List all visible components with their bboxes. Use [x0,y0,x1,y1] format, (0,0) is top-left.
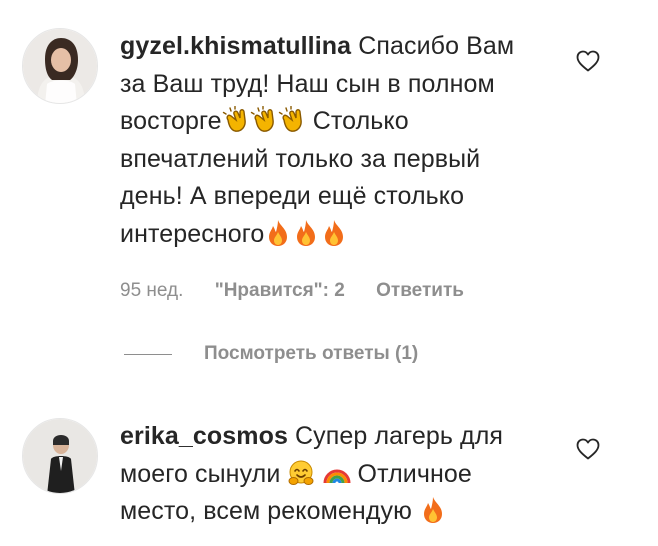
fire-icon [292,219,320,247]
comment-body: gyzel.khismatullina Спасибо Вам за Ваш т… [120,28,540,253]
clapping-hands-icon [222,106,250,134]
divider-line [124,353,172,355]
rainbow-icon [323,459,351,487]
like-heart-icon[interactable] [576,50,600,72]
username[interactable]: gyzel.khismatullina [120,32,351,60]
fire-icon [264,219,292,247]
comment-meta: 95 нед. "Нравится": 2 Ответить [120,280,490,302]
view-replies[interactable]: Посмотреть ответы (1) [124,343,418,365]
clapping-hands-icon [278,106,306,134]
comment-time[interactable]: 95 нед. [120,280,183,301]
fire-icon [320,219,348,247]
avatar[interactable] [22,418,98,494]
likes-count[interactable]: "Нравится": 2 [215,280,345,301]
like-heart-icon[interactable] [576,438,600,460]
view-replies-button[interactable]: Посмотреть ответы (1) [204,343,418,365]
comment-body: erika_cosmos Супер лагерь для моего сыну… [120,418,540,531]
reply-button[interactable]: Ответить [376,280,464,301]
username[interactable]: erika_cosmos [120,422,288,450]
fire-icon [419,496,447,524]
avatar[interactable] [22,28,98,104]
hugging-face-icon [287,459,315,487]
clapping-hands-icon [250,106,278,134]
